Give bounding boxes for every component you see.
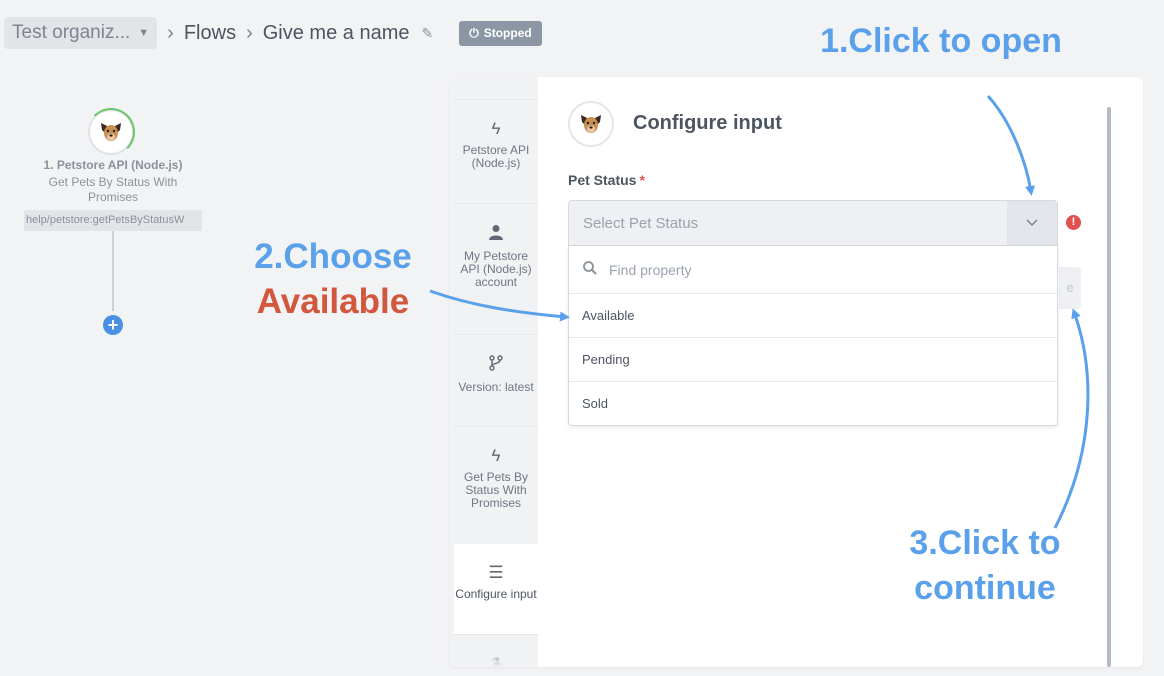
breadcrumb: Test organiz... ▼ › Flows › Give me a na…: [4, 17, 542, 49]
edit-pencil-icon[interactable]: ✎: [421, 25, 433, 42]
branch-icon: [489, 355, 503, 375]
power-icon: ⏻: [469, 25, 479, 40]
step-get-pets[interactable]: ϟ Get Pets By Status With Promises: [454, 426, 538, 544]
annotation-step2-line1: 2.Choose: [254, 237, 412, 276]
step-account[interactable]: My Petstore API (Node.js) account: [454, 203, 538, 334]
dropdown-search: [569, 246, 1057, 294]
annotation-step3-line1: 3.Click to: [909, 524, 1061, 562]
step-label: Get Pets By Status With Promises: [463, 470, 529, 510]
flask-icon: ⚗: [490, 655, 502, 669]
breadcrumb-flows-link[interactable]: Flows: [184, 22, 236, 45]
lightning-icon: ϟ: [491, 119, 501, 138]
option-pending[interactable]: Pending: [569, 338, 1057, 382]
organization-name: Test organiz...: [12, 22, 131, 43]
dog-icon: [568, 101, 614, 147]
scrollbar[interactable]: [1107, 107, 1111, 667]
status-badge-label: Stopped: [483, 26, 532, 40]
step-label: My Petstore API (Node.js) account: [460, 249, 532, 289]
chevron-right-icon: ›: [167, 21, 174, 44]
required-marker: *: [639, 172, 645, 188]
caret-down-icon: ▼: [138, 27, 150, 39]
step-label: Configure input: [455, 587, 537, 601]
flow-name: Give me a name: [262, 21, 410, 44]
user-icon: [488, 224, 504, 244]
pet-status-select[interactable]: Select Pet Status: [568, 200, 1058, 246]
pet-status-label-text: Pet Status: [568, 172, 637, 188]
menu-icon: ☰: [488, 563, 504, 582]
add-step-plus-icon[interactable]: +: [103, 315, 123, 335]
annotation-step3-line2: continue: [914, 569, 1056, 607]
select-placeholder: Select Pet Status: [583, 215, 699, 232]
pet-status-dropdown: Available Pending Sold: [568, 246, 1058, 426]
find-property-input[interactable]: [607, 260, 991, 279]
step-label: Version: latest: [458, 380, 534, 394]
chevron-right-icon: ›: [246, 21, 253, 44]
node-title[interactable]: 1. Petstore API (Node.js): [0, 158, 226, 172]
node-subtitle: Get Pets By Status With Promises: [48, 175, 178, 204]
dog-icon: [101, 123, 121, 141]
annotation-step1: 1.Click to open: [820, 22, 1062, 60]
annotation-step2-line2: Available: [256, 282, 410, 321]
step-next[interactable]: ⚗: [454, 634, 538, 669]
steps-sidebar: ϟ Petstore API (Node.js) My Petstore API…: [449, 77, 538, 669]
chevron-down-icon[interactable]: [1007, 201, 1057, 245]
node-path: help/petstore:getPetsByStatusW: [24, 210, 202, 231]
organization-selector[interactable]: Test organiz... ▼: [4, 17, 158, 49]
node-connector: [112, 231, 114, 311]
page-title: Configure input: [633, 112, 782, 134]
option-available[interactable]: Available: [569, 294, 1057, 338]
option-sold[interactable]: Sold: [569, 382, 1057, 425]
node-avatar-dog-icon[interactable]: [87, 108, 135, 156]
step-petstore-api[interactable]: ϟ Petstore API (Node.js): [454, 99, 538, 203]
pet-status-label: Pet Status *: [568, 172, 645, 188]
continue-button[interactable]: e: [1059, 267, 1081, 309]
status-badge[interactable]: ⏻ Stopped: [459, 20, 542, 46]
annotation-step3: 3.Click to continue: [880, 521, 1090, 611]
step-label: Petstore API (Node.js): [462, 143, 530, 170]
search-icon: [583, 260, 597, 279]
annotation-step2: 2.Choose Available: [240, 234, 426, 324]
lightning-icon: ϟ: [491, 446, 501, 465]
error-icon: !: [1066, 215, 1081, 230]
step-version[interactable]: Version: latest: [454, 334, 538, 426]
step-configure-input[interactable]: ☰ Configure input: [454, 544, 538, 634]
